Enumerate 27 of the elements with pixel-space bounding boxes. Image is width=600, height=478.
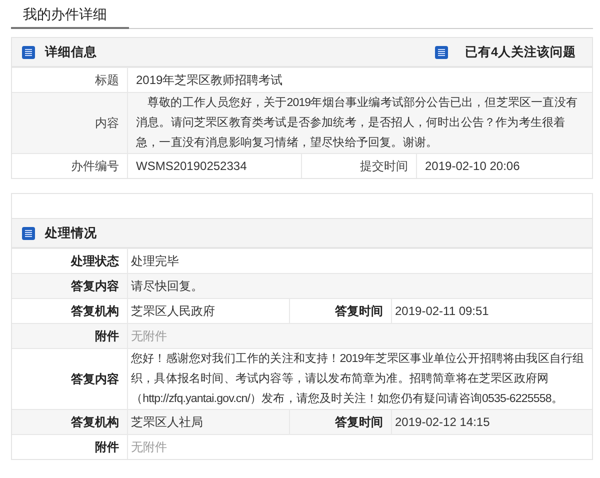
field-label: 答复时间 [290,410,392,434]
field-value: 尊敬的工作人员您好，关于2019年烟台事业编考试部分公告已出，但芝罘区一直没有消息。请问芝罘区教育类考试是否参加统考，是否招人，何时出公告？作为考生很着急，一直没有消息影响复习情绪，望尽快给予回复。谢谢。 [135,95,578,151]
document-icon [22,46,35,58]
field-label: 内容 [12,93,128,153]
attachment-value: 无附件 [130,439,168,456]
field-value: WSMS20190252334 [128,154,302,178]
document-icon [22,226,35,240]
field-label: 附件 [12,435,128,459]
field-value: 2019-02-11 09:51 [394,303,490,320]
field-label: 答复内容 [12,274,128,298]
field-value: 请尽快回复。 [130,278,204,295]
followers-count: 已有4人关注该问题 [464,44,577,60]
field-value: 2019-02-12 14:15 [394,414,491,431]
page-title: 我的办件详细 [11,0,129,29]
section-title: 处理情况 [45,224,97,242]
field-value: 2019-02-10 20:06 [424,158,521,175]
field-label: 办件编号 [12,154,128,178]
field-label: 附件 [12,324,128,348]
attachment-value: 无附件 [130,328,168,345]
field-value: 芝罘区人社局 [128,410,290,434]
field-value: 您好！感谢您对我们工作的关注和支持！2019年芝罘区事业单位公开招聘将由我区自行组织，具体报名时间、考试内容等，请以发布简章为准。招聘简章将在芝罘区政府网（http://zfq.yantai.gov.cn/）发布，请您及时关注！如您仍有疑问请咨询0535-6225558。 [130,351,586,407]
field-label: 答复机构 [12,410,128,434]
field-value: 处理完毕 [130,253,180,270]
document-icon [435,46,448,58]
section-title: 详细信息 [45,44,97,60]
field-value: 2019年芝罘区教师招聘考试 [135,72,284,89]
field-label: 提交时间 [302,154,417,178]
